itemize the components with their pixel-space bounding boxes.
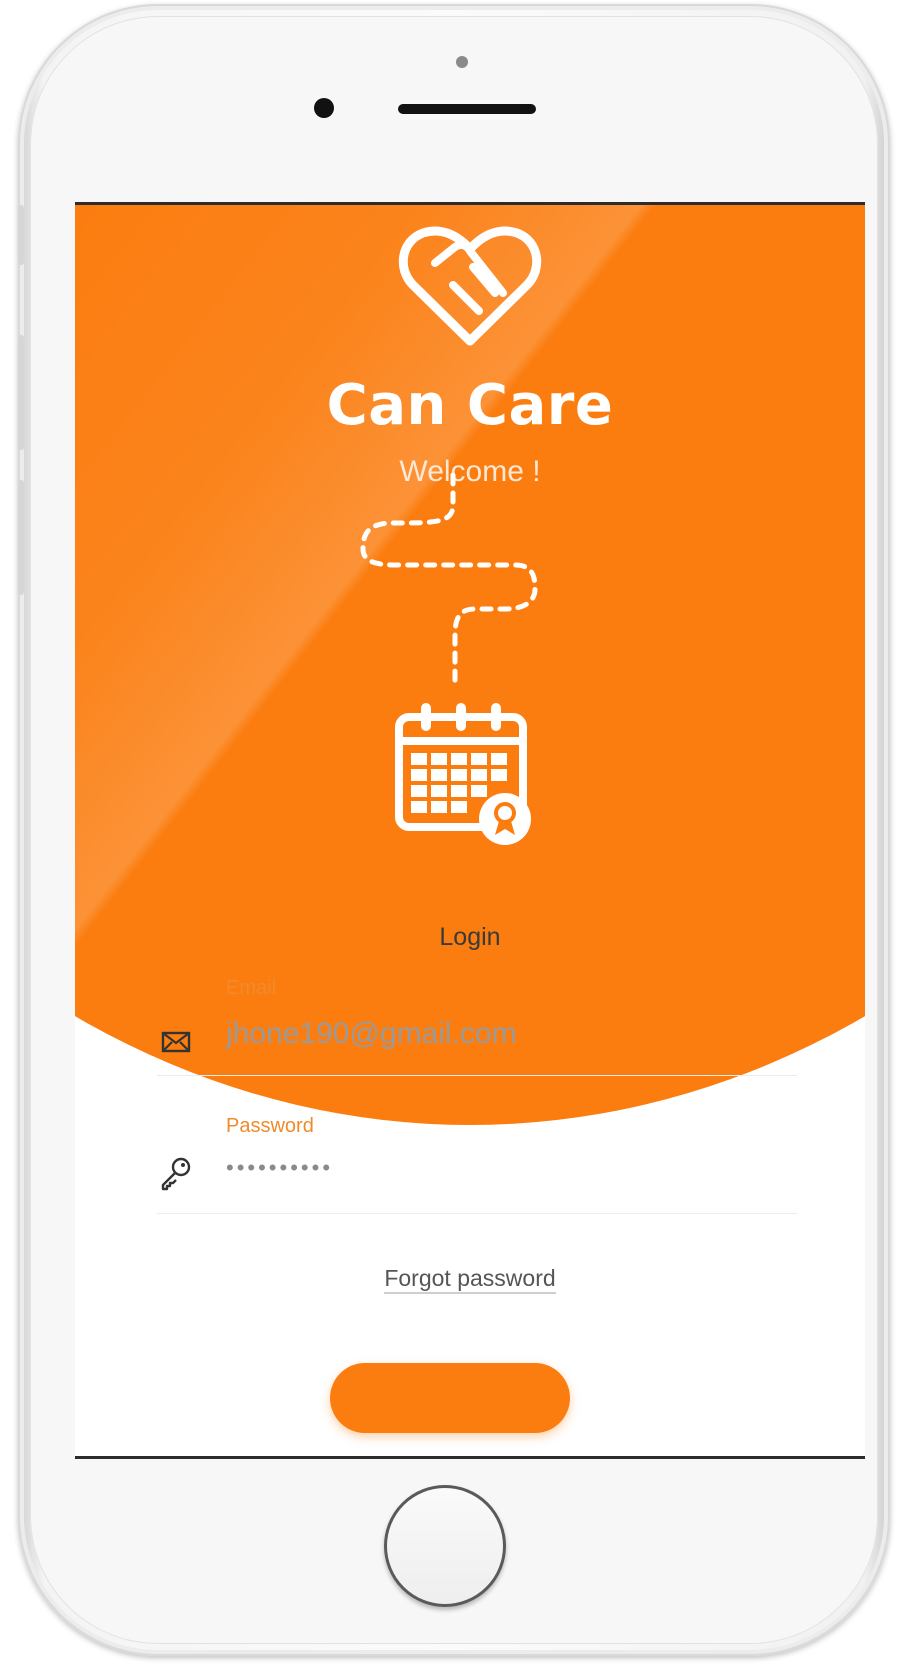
password-label: Password [226,1115,314,1137]
side-button-volume-up [18,335,24,450]
envelope-icon [161,1031,191,1053]
login-button[interactable] [330,1363,570,1433]
forgot-password-label: Forgot password [384,1265,556,1294]
email-underline [157,1075,797,1076]
proximity-sensor [456,56,468,68]
earpiece-speaker [398,104,536,114]
front-camera [314,98,334,118]
password-field[interactable]: •••••••••• [226,1155,333,1181]
email-field[interactable]: jhone190@gmail.com [226,1017,517,1051]
app-screen: Can Care Welcome ! Login Email jhone190@… [75,202,865,1459]
calendar-award-icon [395,703,531,845]
home-button[interactable] [384,1485,506,1607]
side-button-mute [18,205,24,265]
email-label: Email [226,977,277,999]
key-icon [161,1157,191,1191]
password-underline [157,1213,797,1214]
login-heading: Login [439,923,501,951]
forgot-password-link[interactable]: Forgot password [75,1265,865,1294]
side-button-volume-down [18,480,24,595]
